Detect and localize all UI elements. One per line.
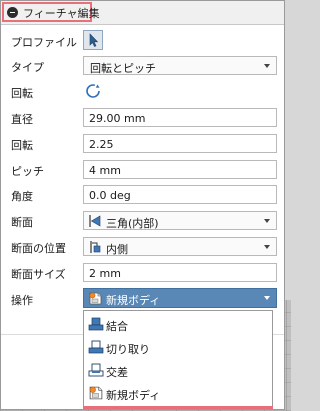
- menu-item-label: 結合: [106, 320, 128, 333]
- revolutions-value: 2.25: [89, 138, 114, 151]
- section-position-dropdown[interactable]: 内側: [83, 237, 277, 256]
- angle-input[interactable]: 0.0 deg: [83, 185, 277, 204]
- feature-edit-dialog: フィーチャ編集 プロファイル タイプ 回転とピッチ 回転 直径 29.00 mm…: [0, 0, 285, 410]
- join-icon: [88, 317, 104, 331]
- cut-icon: [88, 340, 104, 354]
- menu-item-label: 新規ボディ: [106, 389, 161, 402]
- menu-highlight-bar: [83, 406, 273, 409]
- chevron-down-icon: [264, 245, 270, 249]
- diameter-label: 直径: [11, 113, 33, 126]
- section-position-value: 内側: [106, 243, 128, 256]
- rotation-direction-button[interactable]: [83, 81, 103, 101]
- menu-item-cut[interactable]: 切り取り: [84, 336, 272, 358]
- section-label: 断面: [11, 216, 33, 229]
- menu-item-label: 交差: [106, 366, 128, 379]
- section-inside-icon: [90, 241, 101, 253]
- rotate-icon: [86, 84, 100, 98]
- menu-item-label: 切り取り: [106, 343, 150, 356]
- chevron-down-icon: [264, 296, 270, 300]
- pitch-input[interactable]: 4 mm: [83, 160, 277, 179]
- pitch-label: ピッチ: [11, 165, 44, 178]
- revolutions-input[interactable]: 2.25: [83, 134, 277, 153]
- chevron-down-icon: [264, 219, 270, 223]
- new-body-icon: [89, 292, 102, 305]
- section-size-value: 2 mm: [89, 267, 121, 280]
- section-position-label: 断面の位置: [11, 242, 66, 255]
- menu-item-intersect[interactable]: 交差: [84, 359, 272, 381]
- angle-label: 角度: [11, 190, 33, 203]
- angle-value: 0.0 deg: [89, 189, 131, 202]
- section-value: 三角(内部): [106, 217, 159, 230]
- menu-item-new-body[interactable]: 新規ボディ: [84, 382, 272, 404]
- operation-value: 新規ボディ: [106, 294, 161, 307]
- new-body-icon: [89, 386, 103, 400]
- operation-label: 操作: [11, 294, 33, 307]
- revolutions-label: 回転: [11, 139, 33, 152]
- rotation-direction-label: 回転: [11, 87, 33, 100]
- pitch-value: 4 mm: [89, 164, 121, 177]
- intersect-icon: [88, 363, 104, 377]
- menu-item-join[interactable]: 結合: [84, 313, 272, 335]
- profile-select-button[interactable]: [83, 30, 103, 50]
- triangle-section-icon: [89, 215, 101, 227]
- section-size-label: 断面サイズ: [11, 268, 66, 281]
- dialog-title: フィーチャ編集: [23, 7, 100, 20]
- section-dropdown[interactable]: 三角(内部): [83, 211, 277, 230]
- operation-menu: 結合 切り取り 交差 新規ボディ: [83, 310, 273, 409]
- operation-dropdown[interactable]: 新規ボディ: [83, 288, 277, 308]
- collapse-icon[interactable]: [7, 7, 18, 18]
- diameter-value: 29.00 mm: [89, 112, 146, 125]
- type-value: 回転とピッチ: [90, 62, 156, 75]
- profile-label: プロファイル: [11, 36, 77, 49]
- type-label: タイプ: [11, 61, 44, 74]
- section-size-input[interactable]: 2 mm: [83, 263, 277, 282]
- chevron-down-icon: [264, 64, 270, 68]
- select-cursor-icon: [89, 33, 99, 47]
- dialog-titlebar: フィーチャ編集: [1, 1, 284, 25]
- diameter-input[interactable]: 29.00 mm: [83, 108, 277, 127]
- type-dropdown[interactable]: 回転とピッチ: [83, 56, 277, 75]
